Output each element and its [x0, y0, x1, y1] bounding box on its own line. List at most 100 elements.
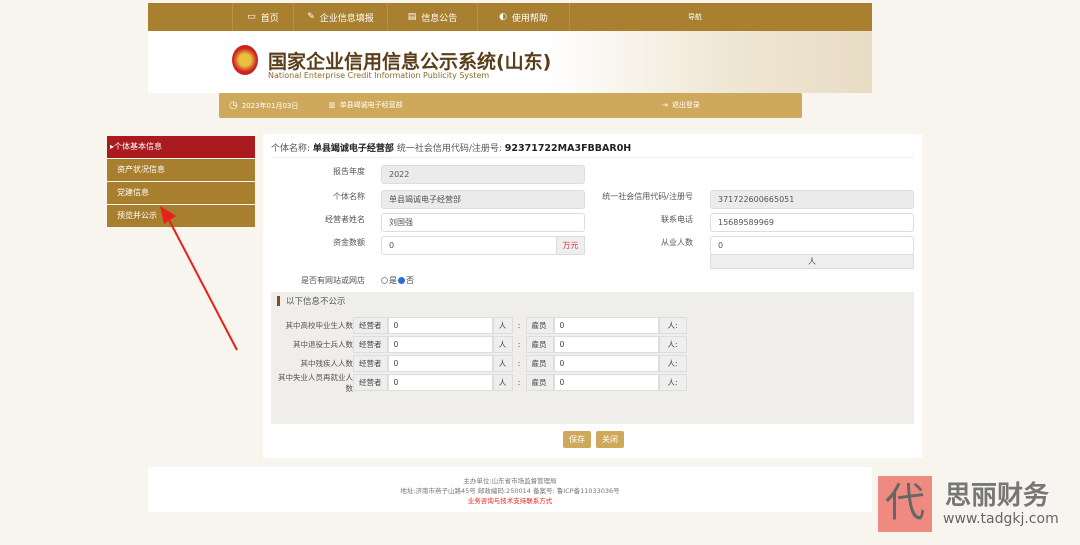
operator-label: 经营者姓名	[325, 215, 365, 224]
employee-label: 雇员	[525, 374, 554, 391]
operator-count-input[interactable]: 0	[387, 355, 493, 372]
entity-heading: 个体名称: 单县竭诚电子经营部 统一社会信用代码/注册号: 92371722MA…	[271, 141, 631, 154]
save-button[interactable]: 保存	[563, 431, 591, 448]
website-label: 是否有网站或网店	[301, 276, 365, 285]
nav-announcements[interactable]: ▤ 信息公告	[388, 3, 478, 31]
employee-label: 雇员	[525, 355, 554, 372]
entity-name: 单县竭诚电子经营部	[312, 144, 394, 154]
code-label: 统一社会信用代码/注册号:	[396, 144, 502, 154]
main-panel: 个体名称: 单县竭诚电子经营部 统一社会信用代码/注册号: 92371722MA…	[263, 134, 922, 458]
operator-input[interactable]: 刘国强	[381, 213, 585, 232]
logout-button[interactable]: ⇥ 退出登录	[662, 100, 700, 110]
user-bar: ◷ 2023年01月03日 ▥ 单县竭诚电子经营部 ⇥ 退出登录	[219, 93, 802, 118]
sidebar-label: 资产状况信息	[117, 165, 165, 174]
operator-label: 经营者	[353, 374, 388, 391]
building-icon: ▥	[329, 101, 336, 109]
employees-unit: 人	[710, 254, 914, 269]
watermark-logo: 代	[878, 476, 932, 532]
employee-unit: 人:	[658, 355, 687, 372]
nav-label: 企业信息填报	[319, 13, 374, 24]
sidebar-label: 个体基本信息	[114, 142, 163, 151]
nav-home[interactable]: ▭ 首页	[232, 3, 294, 31]
footer-contact-link[interactable]: 业务咨询与技术支持联系方式	[148, 496, 872, 506]
employees-input[interactable]: 0	[710, 236, 914, 255]
name-label: 个体名称:	[271, 144, 311, 154]
sidebar-label: 党建信息	[117, 188, 149, 197]
uscc-label: 统一社会信用代码/注册号	[602, 192, 693, 201]
operator-count-input[interactable]: 0	[387, 317, 493, 334]
operator-unit: 人	[492, 374, 513, 391]
year-label: 报告年度	[333, 167, 365, 176]
radio-no-label: 否	[406, 276, 414, 285]
footer: 主办单位:山东省市场监督管理局 地址:济南市燕子山路45号 邮政编码:25001…	[148, 467, 872, 512]
divider	[271, 157, 914, 158]
current-date: 2023年01月03日	[241, 101, 299, 110]
section-title-text: 以下信息不公示	[286, 297, 346, 307]
radio-yes-label: 是	[389, 276, 397, 285]
operator-count-input[interactable]: 0	[387, 374, 493, 391]
nav-guide[interactable]: 导航	[570, 3, 820, 31]
logout-icon: ⇥	[662, 101, 668, 109]
clock-icon: ◷	[229, 100, 238, 111]
row-label: 其中失业人员再就业人数	[278, 372, 353, 393]
footer-address: 地址:济南市燕子山路45号 邮政编码:250014 备案号: 鲁ICP备1103…	[400, 487, 620, 495]
radio-yes[interactable]	[381, 277, 388, 284]
entity-code: 92371722MA3FBBAR0H	[504, 143, 632, 154]
nav-help[interactable]: ◐ 使用帮助	[478, 3, 570, 31]
separator: :	[517, 321, 521, 330]
employee-count-input[interactable]: 0	[553, 317, 659, 334]
operator-label: 经营者	[353, 336, 388, 353]
separator: :	[517, 359, 521, 368]
edit-icon: ✎	[307, 12, 315, 22]
year-field: 2022	[381, 165, 585, 184]
watermark-url: www.tadgkj.com	[943, 511, 1059, 527]
row-label: 其中退役士兵人数	[293, 340, 353, 349]
radio-no[interactable]	[398, 277, 405, 284]
employee-unit: 人:	[658, 336, 687, 353]
nav-label: 使用帮助	[511, 13, 548, 24]
operator-unit: 人	[492, 336, 513, 353]
website-radio-group: 是 否	[381, 275, 414, 286]
employee-count-input[interactable]: 0	[553, 336, 659, 353]
top-nav: ▭ 首页 ✎ 企业信息填报 ▤ 信息公告 ◐ 使用帮助 导航	[148, 3, 872, 31]
section-title: 以下信息不公示	[277, 295, 346, 307]
nav-enterprise-report[interactable]: ✎ 企业信息填报	[294, 3, 388, 31]
footer-sponsor: 主办单位:山东省市场监督管理局	[463, 477, 557, 485]
operator-label: 经营者	[353, 317, 388, 334]
section-marker	[277, 296, 280, 306]
employee-label: 雇员	[525, 336, 554, 353]
close-button[interactable]: 关闭	[596, 431, 624, 448]
employee-count-input[interactable]: 0	[553, 355, 659, 372]
separator: :	[517, 340, 521, 349]
capital-input[interactable]: 0	[381, 236, 557, 255]
national-emblem-logo	[232, 45, 258, 75]
speaker-icon: ◐	[499, 12, 507, 22]
monitor-icon: ▭	[247, 12, 256, 22]
employee-label: 雇员	[525, 317, 554, 334]
operator-unit: 人	[492, 355, 513, 372]
document-icon: ▤	[407, 12, 417, 22]
capital-label: 资金数额	[333, 238, 365, 247]
row-label: 其中高校毕业生人数	[285, 321, 354, 330]
separator: :	[517, 378, 521, 387]
operator-count-input[interactable]: 0	[387, 336, 493, 353]
employee-unit: 人:	[658, 317, 687, 334]
site-title: 国家企业信用信息公示系统(山东)	[268, 51, 552, 73]
sidebar-item-basic-info[interactable]: ▸个体基本信息	[107, 136, 255, 158]
nav-label: 信息公告	[421, 13, 458, 24]
operator-unit: 人	[492, 317, 513, 334]
private-info-section: 以下信息不公示 其中高校毕业生人数 经营者 0 人 : 雇员 0 人: 其中退役士…	[271, 292, 914, 424]
employee-count-input[interactable]: 0	[553, 374, 659, 391]
red-arrow-annotation	[160, 206, 238, 351]
uscc-field: 371722600665051	[710, 190, 914, 209]
sidebar-item-assets[interactable]: 资产状况信息	[107, 159, 255, 181]
site-subtitle: National Enterprise Credit Information P…	[268, 71, 490, 80]
employment-row: 其中退役士兵人数 经营者 0 人 : 雇员 0 人:	[271, 336, 687, 353]
employment-row: 其中失业人员再就业人数 经营者 0 人 : 雇员 0 人:	[271, 372, 687, 393]
nav-label: 首页	[260, 13, 279, 24]
phone-input[interactable]: 15689589969	[710, 213, 914, 232]
entity-field: 单县竭诚电子经营部	[381, 190, 585, 209]
watermark: 代 思丽财务 www.tadgkj.com	[875, 473, 1075, 535]
watermark-name: 思丽财务	[945, 481, 1050, 511]
